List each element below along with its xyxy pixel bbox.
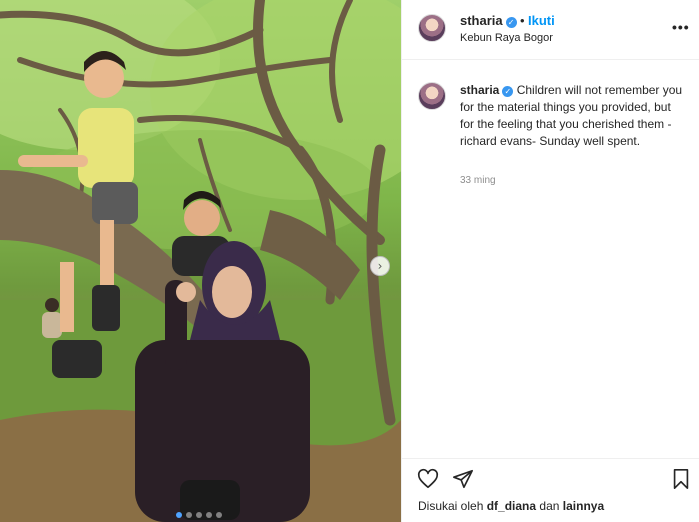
caption-username[interactable]: stharia xyxy=(460,83,499,97)
separator-dot: • xyxy=(520,13,525,28)
verified-badge-icon: ✓ xyxy=(505,17,517,28)
verified-badge-icon: ✓ xyxy=(502,86,514,97)
username-link[interactable]: stharia ✓ xyxy=(460,13,517,28)
likes-mid: dan xyxy=(539,499,560,513)
post-caption: stharia ✓ Children will not remember you … xyxy=(460,82,686,150)
post-panel: stharia ✓ • Ikuti Kebun Raya Bogor ••• st… xyxy=(401,0,699,522)
bookmark-icon[interactable] xyxy=(670,468,692,490)
liked-by-user-link[interactable]: df_diana xyxy=(487,499,536,513)
username-text[interactable]: stharia xyxy=(460,13,503,28)
carousel-dot xyxy=(216,512,222,518)
avatar[interactable] xyxy=(418,14,446,42)
carousel-dot xyxy=(196,512,202,518)
carousel-dot xyxy=(206,512,212,518)
likes-summary: Disukai oleh df_diana dan lainnya xyxy=(418,499,604,513)
likes-prefix: Disukai oleh xyxy=(418,499,484,513)
carousel-dot xyxy=(176,512,182,518)
location-link[interactable]: Kebun Raya Bogor xyxy=(460,32,553,44)
more-options-icon[interactable]: ••• xyxy=(672,19,690,35)
send-icon[interactable] xyxy=(452,468,474,490)
post-photo[interactable]: › xyxy=(0,0,401,522)
likes-others-link[interactable]: lainnya xyxy=(563,499,604,513)
post-header: stharia ✓ • Ikuti Kebun Raya Bogor ••• xyxy=(402,0,699,60)
action-bar: Disukai oleh df_diana dan lainnya xyxy=(402,458,699,522)
heart-icon[interactable] xyxy=(417,468,439,490)
photo-illustration xyxy=(0,0,401,522)
post-time[interactable]: 33 ming xyxy=(460,175,496,186)
carousel-dot xyxy=(186,512,192,518)
follow-button[interactable]: Ikuti xyxy=(528,13,555,28)
caption-avatar[interactable] xyxy=(418,82,446,110)
carousel-next-button[interactable]: › xyxy=(370,256,390,276)
carousel-dots xyxy=(176,512,222,518)
